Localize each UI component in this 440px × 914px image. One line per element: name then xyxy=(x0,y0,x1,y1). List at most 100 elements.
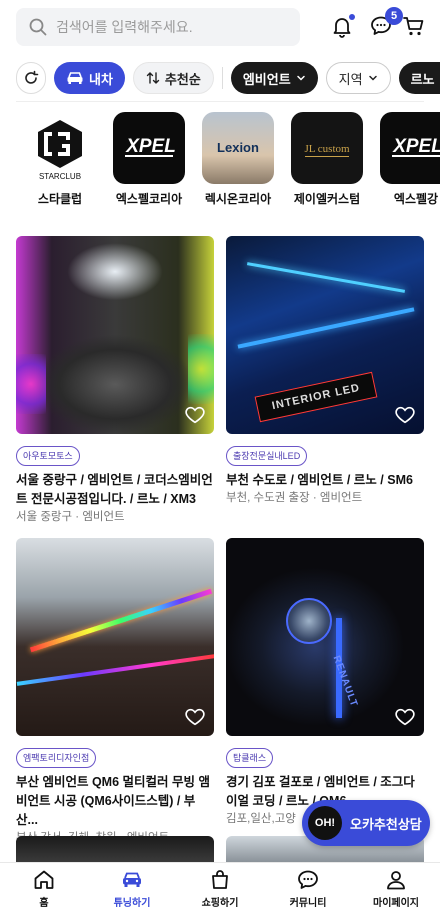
product-card[interactable]: 엠팩토리디자인점 부산 엠비언트 QM6 멀티컬러 무빙 앰비언트 시공 (QM… xyxy=(16,538,214,847)
oh-logo: OH! xyxy=(308,806,342,840)
region-label: 지역 xyxy=(338,71,363,87)
ambient-light xyxy=(237,307,415,349)
svg-text:XPEL: XPEL xyxy=(392,136,440,157)
shopping-bag-icon xyxy=(212,870,228,889)
nav-label: 커뮤니티 xyxy=(289,898,327,909)
nav-shopping[interactable]: 쇼핑하기 xyxy=(176,863,264,914)
sort-label: 추천순 xyxy=(164,71,201,87)
shop-tag: 아우토모토스 xyxy=(16,446,80,466)
consult-label: 오카추천상담 xyxy=(350,816,422,832)
nav-tuning[interactable]: 튜닝하기 xyxy=(88,863,176,914)
shop-logo: STARCLUB xyxy=(24,112,96,184)
svg-text:JL custom: JL custom xyxy=(304,143,350,155)
svg-text:STARCLUB: STARCLUB xyxy=(39,172,81,181)
product-image-partial[interactable] xyxy=(16,836,214,862)
shop-name: 스타클럽 xyxy=(37,192,83,206)
product-card[interactable]: INTERIOR LED 출장전문실내LED 부천 수도로 / 엠비언트 / 르… xyxy=(226,236,424,507)
consult-button[interactable]: OH! 오카추천상담 xyxy=(302,800,430,846)
filter-divider xyxy=(221,67,223,89)
card-title: 부산 엠비언트 QM6 멀티컬러 무빙 앰비언트 시공 (QM6사이드스텝) /… xyxy=(16,775,210,827)
shop-item[interactable]: JL custom 제이엘커스텀 xyxy=(291,112,363,212)
brand-label: 르노 xyxy=(410,71,435,87)
shop-carousel[interactable]: STARCLUB 스타클럽 XPEL 엑스펠코리아 Lexion 렉시온코리아 … xyxy=(24,112,440,212)
nav-label: 마이페이지 xyxy=(373,898,419,909)
nav-mypage[interactable]: 마이페이지 xyxy=(352,863,440,914)
shop-logo: XPEL xyxy=(380,112,440,184)
search-bar[interactable] xyxy=(16,8,300,46)
shop-name: 제이엘커스텀 xyxy=(293,192,361,206)
interior-led-sign: INTERIOR LED xyxy=(254,371,378,423)
nav-label: 홈 xyxy=(39,898,49,909)
car-icon xyxy=(67,72,83,84)
notification-dot xyxy=(349,14,355,20)
shop-tag: 탑클래스 xyxy=(226,748,274,768)
header: 5 xyxy=(0,0,440,58)
nav-home[interactable]: 홈 xyxy=(0,863,88,914)
category-label: 엠비언트 xyxy=(242,71,291,87)
ambient-light xyxy=(188,334,214,404)
search-icon xyxy=(29,18,47,36)
product-image[interactable]: INTERIOR LED xyxy=(226,236,424,434)
reset-filter-button[interactable] xyxy=(16,62,46,94)
xpel-logo-icon: XPEL xyxy=(125,136,176,157)
shop-logo: XPEL xyxy=(113,112,185,184)
product-card[interactable]: RENAULT 탑클래스 경기 김포 걸포로 / 엠비언트 / 조그다이얼 코딩… xyxy=(226,538,424,828)
heart-icon[interactable] xyxy=(184,404,206,426)
bottom-nav: 홈 튜닝하기 쇼핑하기 커뮤니티 마이페이지 xyxy=(0,862,440,914)
renault-label: RENAULT xyxy=(330,654,360,709)
shop-logo: JL custom xyxy=(291,112,363,184)
notification-button[interactable] xyxy=(328,12,356,40)
sort-chip[interactable]: 추천순 xyxy=(132,62,214,94)
jl-custom-logo-icon: JL custom xyxy=(304,143,350,157)
my-car-chip[interactable]: 내차 xyxy=(54,62,125,94)
lexion-logo-icon: Lexion xyxy=(217,140,259,155)
shop-item[interactable]: XPEL 엑스펠코리아 xyxy=(113,112,185,212)
ambient-light xyxy=(29,588,213,653)
card-subtitle: 서울 중랑구 · 엠비언트 xyxy=(16,511,125,523)
region-dropdown[interactable]: 지역 xyxy=(325,62,391,94)
refresh-icon xyxy=(25,70,39,84)
divider xyxy=(16,101,424,102)
sort-icon xyxy=(146,72,160,84)
product-image[interactable]: RENAULT xyxy=(226,538,424,736)
brand-dropdown[interactable]: 르노 xyxy=(398,62,440,94)
card-subtitle: 부천, 수도권 출장 · 엠비언트 xyxy=(226,492,363,504)
shop-name: 엑스펠강 xyxy=(393,192,439,206)
search-input[interactable] xyxy=(56,19,276,35)
ambient-light xyxy=(16,654,214,686)
product-image[interactable] xyxy=(16,538,214,736)
person-icon xyxy=(387,871,405,890)
jog-dial xyxy=(286,598,332,644)
product-card[interactable]: 아우토모토스 서울 중랑구 / 엠비언트 / 코더스엠비언트 전문시공점입니다.… xyxy=(16,236,214,526)
chat-button[interactable]: 5 xyxy=(367,7,403,40)
nav-community[interactable]: 커뮤니티 xyxy=(264,863,352,914)
shop-name: 렉시온코리아 xyxy=(204,192,272,206)
shop-item[interactable]: XPEL 엑스펠강 xyxy=(380,112,440,212)
product-image[interactable] xyxy=(16,236,214,434)
chevron-down-icon xyxy=(296,75,305,81)
heart-icon[interactable] xyxy=(394,706,416,728)
card-title: 서울 중랑구 / 엠비언트 / 코더스엠비언트 전문시공점입니다. / 르노 /… xyxy=(16,473,213,506)
svg-text:Lexion: Lexion xyxy=(217,140,259,155)
shop-tag: 출장전문실내LED xyxy=(226,446,308,466)
shop-item[interactable]: Lexion 렉시온코리아 xyxy=(202,112,274,212)
nav-label: 쇼핑하기 xyxy=(201,898,239,909)
shop-name: 엑스펠코리아 xyxy=(115,192,183,206)
ambient-light xyxy=(246,262,406,293)
home-icon xyxy=(34,870,54,889)
starclub-logo-icon: STARCLUB xyxy=(38,120,82,181)
chevron-down-icon xyxy=(368,75,377,81)
filter-bar: 내차 추천순 엠비언트 지역 르노 xyxy=(0,58,440,98)
nav-label: 튜닝하기 xyxy=(113,898,151,909)
card-title: 부천 수도로 / 엠비언트 / 르노 / SM6 xyxy=(226,473,413,487)
my-car-label: 내차 xyxy=(89,71,113,87)
category-dropdown[interactable]: 엠비언트 xyxy=(230,62,318,94)
svg-text:XPEL: XPEL xyxy=(125,136,176,157)
shop-item[interactable]: STARCLUB 스타클럽 xyxy=(24,112,96,212)
shop-logo: Lexion xyxy=(202,112,274,184)
heart-icon[interactable] xyxy=(394,404,416,426)
heart-icon[interactable] xyxy=(184,706,206,728)
shop-tag: 엠팩토리디자인점 xyxy=(16,748,97,768)
xpel-logo-icon: XPEL xyxy=(392,136,440,157)
cart-button[interactable] xyxy=(400,12,428,40)
